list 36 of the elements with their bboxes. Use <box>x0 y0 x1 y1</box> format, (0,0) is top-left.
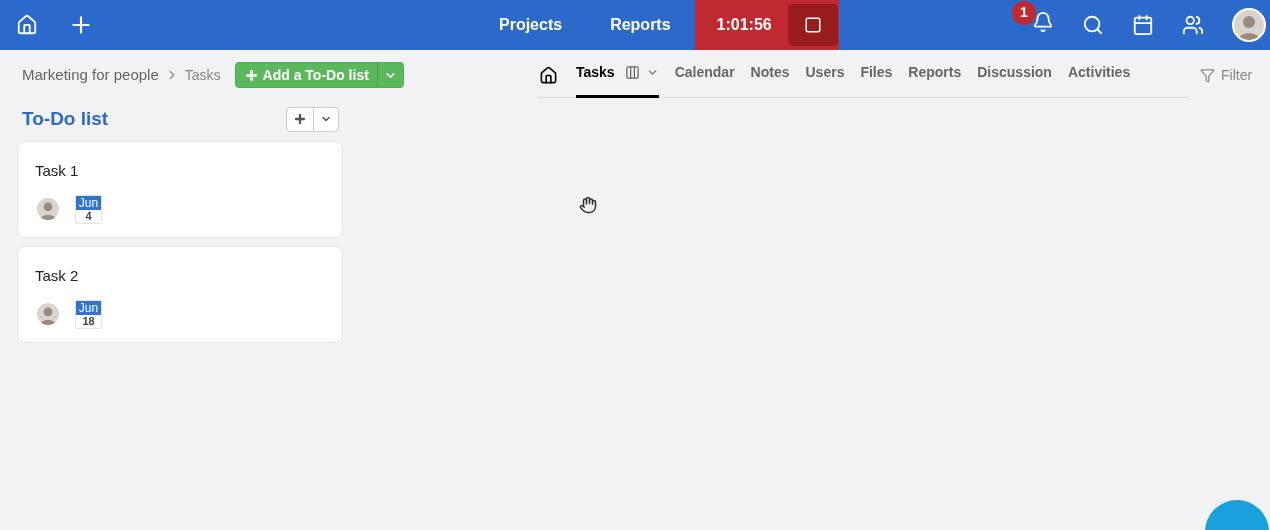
timer-text: 1:01:56 <box>716 15 772 35</box>
tab[interactable]: Notes <box>750 62 790 98</box>
task-card[interactable]: Task 1 Jun 4 <box>17 141 343 238</box>
tab[interactable]: Activities <box>1067 62 1131 98</box>
notification-badge: 1 <box>1012 0 1036 25</box>
hand-cursor-icon <box>579 196 597 214</box>
stop-icon <box>803 16 822 34</box>
list-title: To-Do list <box>22 106 109 131</box>
avatar <box>1232 8 1266 42</box>
filter-button[interactable]: Filter <box>1200 65 1253 98</box>
users-icon[interactable] <box>1182 14 1204 36</box>
due-day: 18 <box>76 314 101 328</box>
search-icon[interactable] <box>1082 14 1104 36</box>
tab[interactable]: Files <box>860 62 893 98</box>
board-view-icon[interactable] <box>624 65 640 80</box>
tab[interactable]: Reports <box>908 62 962 98</box>
tab[interactable]: Users <box>805 62 845 98</box>
task-title: Task 1 <box>35 161 80 181</box>
nav-link[interactable]: Projects <box>499 13 563 37</box>
due-day: 4 <box>76 209 101 223</box>
breadcrumb-current: Tasks <box>184 65 221 85</box>
tab[interactable]: Discussion <box>977 62 1052 98</box>
calendar-icon[interactable] <box>1132 14 1154 36</box>
due-month: Jun <box>76 300 101 315</box>
task-card[interactable]: Task 2 Jun 18 <box>17 246 343 343</box>
plus-icon <box>243 67 259 83</box>
due-month: Jun <box>76 195 101 210</box>
tab[interactable]: Tasks <box>576 62 659 98</box>
filter-icon <box>1200 68 1215 83</box>
nav-link[interactable]: Reports <box>610 13 671 37</box>
bell-icon[interactable] <box>1032 10 1054 33</box>
task-title: Task 2 <box>35 266 80 286</box>
home-icon[interactable] <box>539 66 558 85</box>
tab[interactable]: Calendar <box>674 62 735 98</box>
stop-button[interactable] <box>787 4 838 46</box>
breadcrumb-link[interactable]: Marketing for people <box>22 63 159 87</box>
